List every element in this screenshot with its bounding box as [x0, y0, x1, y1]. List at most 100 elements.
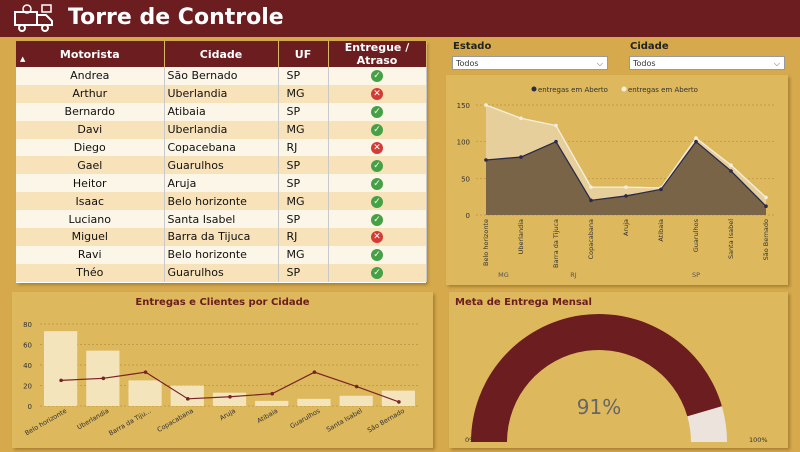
table-row[interactable]: Gael Guarulhos SP ✓: [16, 156, 427, 175]
data-point[interactable]: [519, 155, 523, 159]
legend-label: entregas em Aberto: [628, 86, 698, 94]
bar[interactable]: [128, 380, 162, 406]
check-icon: ✓: [371, 124, 383, 137]
y-tick-label: 100: [457, 139, 470, 147]
status-cell: ✕: [328, 138, 427, 157]
data-point[interactable]: [185, 397, 190, 401]
table-row[interactable]: Isaac Belo horizonte MG ✓: [16, 192, 427, 211]
column-header-cidade[interactable]: Cidade: [164, 41, 279, 67]
x-tick-label: Santa Isabel: [727, 219, 735, 259]
check-icon: ✓: [371, 70, 383, 83]
data-point[interactable]: [143, 370, 148, 374]
sort-caret-icon[interactable]: ▲: [20, 55, 25, 63]
x-tick-label: Copacabana: [587, 219, 595, 259]
bar[interactable]: [297, 398, 331, 406]
gauge-title: Meta de Entrega Mensal: [455, 297, 592, 308]
data-point[interactable]: [589, 198, 593, 203]
data-point[interactable]: [694, 139, 698, 144]
y-tick-label: 60: [23, 342, 32, 350]
bar[interactable]: [44, 331, 78, 406]
y-tick-label: 80: [23, 321, 32, 329]
estado-filter-dropdown[interactable]: Todos ⌵: [452, 56, 608, 70]
data-point[interactable]: [519, 116, 523, 120]
status-cell: ✓: [328, 192, 427, 211]
table-row[interactable]: Heitor Aruja SP ✓: [16, 174, 427, 193]
bar-chart: 0 20 40 60 80 Belo horizonte UberlandiaBarra d…: [23, 321, 420, 438]
x-group-label: SP: [692, 271, 700, 279]
column-header-uf[interactable]: UF: [278, 41, 329, 67]
data-point[interactable]: [624, 194, 628, 198]
table-row[interactable]: Andrea São Bernado SP ✓: [16, 67, 427, 85]
data-point[interactable]: [484, 158, 488, 162]
table-row[interactable]: Arthur Uberlandia MG ✕: [16, 84, 427, 103]
data-point[interactable]: [484, 103, 488, 107]
city-cell: Uberlandia: [164, 120, 279, 139]
bar[interactable]: [212, 392, 247, 406]
bar-chart-title: Entregas e Clientes por Cidade: [135, 297, 310, 308]
driver-cell: Luciano: [16, 210, 165, 229]
driver-cell: Arthur: [16, 84, 165, 103]
x-tick-label: Aruja: [622, 219, 630, 236]
column-header-motorista[interactable]: Motorista: [16, 41, 165, 67]
status-cell: ✓: [328, 210, 427, 229]
data-point[interactable]: [694, 136, 698, 140]
driver-cell: Isaac: [16, 192, 165, 211]
table-row[interactable]: Bernardo Atibaia SP ✓: [16, 102, 427, 121]
city-cell: Aruja: [164, 174, 279, 193]
legend-marker: [531, 86, 537, 92]
column-header-status[interactable]: Entregue / Atraso: [328, 41, 427, 67]
state-cell: RJ: [278, 228, 329, 246]
x-tick-label: São Bernado: [366, 407, 406, 435]
data-point[interactable]: [764, 204, 768, 208]
table-row[interactable]: Diego Copacebana RJ ✕: [16, 138, 427, 157]
y-tick-label: 50: [461, 175, 470, 183]
x-tick-label: Aruja: [218, 407, 237, 422]
status-cell: ✓: [328, 120, 427, 139]
data-point[interactable]: [729, 163, 733, 167]
data-point[interactable]: [59, 378, 63, 383]
data-point[interactable]: [101, 376, 106, 381]
table-row[interactable]: Davi Uberlandia MG ✓: [16, 120, 427, 139]
city-cell: Belo horizonte: [164, 245, 279, 264]
table-row[interactable]: Miguel Barra da Tijuca RJ ✕: [16, 228, 427, 246]
y-tick-label: 40: [23, 362, 32, 370]
gauge-max-label: 100%: [749, 436, 768, 444]
cidade-filter-value: Todos: [633, 59, 656, 68]
data-point[interactable]: [554, 139, 558, 144]
check-icon: ✓: [371, 106, 383, 119]
table-row[interactable]: Théo Guarulhos SP ✓: [16, 263, 427, 282]
city-cell: Guarulhos: [164, 263, 279, 282]
x-tick-label: São Bernado: [762, 219, 770, 260]
bar[interactable]: [255, 400, 289, 406]
data-point[interactable]: [397, 400, 401, 404]
y-tick-label: 0: [28, 403, 32, 411]
city-cell: Guarulhos: [164, 156, 279, 175]
data-point[interactable]: [589, 185, 593, 189]
data-point[interactable]: [312, 370, 317, 374]
x-tick-label: Barra da Tijuca: [552, 219, 560, 268]
data-point[interactable]: [228, 394, 232, 399]
data-point[interactable]: [554, 123, 558, 128]
driver-cell: Andrea: [16, 67, 165, 85]
bar[interactable]: [170, 385, 204, 407]
city-cell: Belo horizonte: [164, 192, 279, 211]
state-cell: RJ: [278, 138, 329, 157]
bar[interactable]: [339, 395, 373, 406]
data-point[interactable]: [764, 195, 768, 200]
data-point[interactable]: [624, 185, 628, 189]
data-point[interactable]: [729, 169, 733, 173]
table-row[interactable]: Ravi Belo horizonte MG ✓: [16, 245, 427, 264]
estado-filter-label: Estado: [453, 41, 492, 52]
data-point[interactable]: [659, 187, 663, 192]
city-cell: Atibaia: [164, 102, 279, 121]
data-point[interactable]: [354, 384, 359, 389]
data-point[interactable]: [270, 391, 275, 396]
city-cell: São Bernado: [164, 67, 279, 85]
legend-marker: [621, 86, 627, 92]
table-row[interactable]: Luciano Santa Isabel SP ✓: [16, 210, 427, 229]
x-tick-label: Belo horizonte: [23, 407, 68, 437]
x-tick-label: Atibaia: [256, 407, 280, 425]
x-group-label: RJ: [570, 271, 577, 279]
bar[interactable]: [381, 390, 415, 406]
cidade-filter-dropdown[interactable]: Todos ⌵: [629, 56, 785, 70]
